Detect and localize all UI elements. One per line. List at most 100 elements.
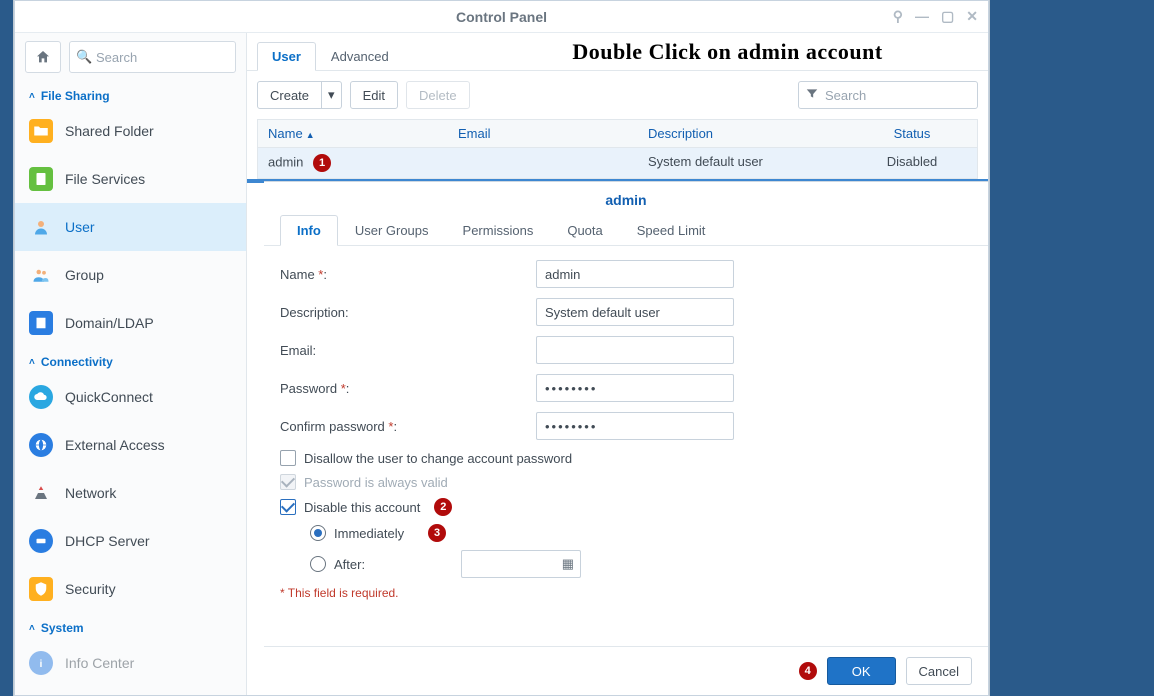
- toolbar-search: [798, 81, 978, 109]
- option-disable-account[interactable]: Disable this account 2: [280, 498, 972, 516]
- chevron-up-icon: ˄: [29, 91, 35, 102]
- chevron-up-icon: ˄: [29, 623, 35, 634]
- network-icon: [29, 481, 53, 505]
- table-header: Name▲ Email Description Status: [258, 120, 977, 148]
- modal-tabs: Info User Groups Permissions Quota Speed…: [264, 214, 988, 246]
- option-always-valid: Password is always valid: [280, 474, 972, 490]
- input-description[interactable]: [536, 298, 734, 326]
- create-dropdown-button[interactable]: ▾: [322, 81, 342, 109]
- create-button[interactable]: Create: [257, 81, 322, 109]
- mtab-quota[interactable]: Quota: [550, 215, 619, 245]
- annotation-badge-3: 3: [428, 524, 446, 542]
- tab-user[interactable]: User: [257, 42, 316, 71]
- sidebar-item-info-center[interactable]: i Info Center: [15, 639, 246, 687]
- sidebar-item-file-services[interactable]: File Services: [15, 155, 246, 203]
- user-table: Name▲ Email Description Status admin 1 S…: [257, 119, 978, 180]
- info-form: Name *: Description: Email: Password *: …: [264, 246, 988, 646]
- sidebar-item-user[interactable]: User: [15, 203, 246, 251]
- column-email[interactable]: Email: [448, 120, 638, 147]
- toolbar: Create ▾ Edit Delete: [247, 71, 988, 119]
- main-tabs: User Advanced Double Click on admin acco…: [247, 33, 988, 71]
- sort-asc-icon: ▲: [306, 130, 315, 140]
- shield-icon: [29, 577, 53, 601]
- mtab-speed-limit[interactable]: Speed Limit: [620, 215, 723, 245]
- input-name[interactable]: [536, 260, 734, 288]
- sidebar-search: 🔍: [69, 41, 236, 73]
- input-email[interactable]: [536, 336, 734, 364]
- cancel-button[interactable]: Cancel: [906, 657, 972, 685]
- sidebar-item-group[interactable]: Group: [15, 251, 246, 299]
- sidebar-item-network[interactable]: Network: [15, 469, 246, 517]
- label-password: Password *:: [280, 381, 536, 396]
- pin-icon[interactable]: ⚲: [893, 8, 903, 25]
- folder-icon: [29, 119, 53, 143]
- svg-text:i: i: [40, 658, 43, 670]
- chevron-down-icon: ▾: [328, 87, 335, 103]
- option-after[interactable]: After: ▦: [280, 550, 972, 578]
- cell-name: admin: [268, 154, 303, 169]
- chevron-up-icon: ˄: [29, 357, 35, 368]
- checkbox-checked-icon: [280, 474, 296, 490]
- user-edit-panel: admin Info User Groups Permissions Quota…: [264, 181, 988, 695]
- section-file-sharing[interactable]: ˄ File Sharing: [15, 81, 246, 107]
- ok-button[interactable]: OK: [827, 657, 896, 685]
- sidebar-item-security[interactable]: Security: [15, 565, 246, 613]
- domain-icon: [29, 311, 53, 335]
- label-description: Description:: [280, 305, 536, 320]
- section-system[interactable]: ˄ System: [15, 613, 246, 639]
- mtab-user-groups[interactable]: User Groups: [338, 215, 446, 245]
- table-row[interactable]: admin 1 System default user Disabled: [258, 148, 977, 179]
- search-icon: 🔍: [76, 49, 92, 65]
- checkbox-icon: [280, 450, 296, 466]
- sidebar-search-input[interactable]: [69, 41, 236, 73]
- annotation-badge-1: 1: [313, 154, 331, 172]
- checkbox-checked-icon: [280, 499, 296, 515]
- input-after-date[interactable]: ▦: [461, 550, 581, 578]
- column-description[interactable]: Description: [638, 120, 847, 147]
- sidebar-item-quickconnect[interactable]: QuickConnect: [15, 373, 246, 421]
- window-controls: ⚲ — ▢ ✕: [893, 8, 978, 25]
- sidebar-item-domain-ldap[interactable]: Domain/LDAP: [15, 299, 246, 347]
- user-icon: [29, 215, 53, 239]
- input-password[interactable]: [536, 374, 734, 402]
- title-bar: Control Panel ⚲ — ▢ ✕: [15, 1, 988, 33]
- input-confirm-password[interactable]: [536, 412, 734, 440]
- tab-advanced[interactable]: Advanced: [316, 42, 404, 70]
- label-name: Name *:: [280, 267, 536, 282]
- sidebar-item-shared-folder[interactable]: Shared Folder: [15, 107, 246, 155]
- radio-checked-icon: [310, 525, 326, 541]
- mtab-info[interactable]: Info: [280, 215, 338, 246]
- cell-description: System default user: [638, 148, 847, 178]
- minimize-icon[interactable]: —: [915, 8, 929, 25]
- radio-icon: [310, 556, 326, 572]
- annotation-badge-2: 2: [434, 498, 452, 516]
- file-services-icon: [29, 167, 53, 191]
- close-icon[interactable]: ✕: [966, 8, 978, 25]
- home-button[interactable]: [25, 41, 61, 73]
- instruction-annotation: Double Click on admin account: [477, 39, 978, 65]
- label-email: Email:: [280, 343, 536, 358]
- cloud-icon: [29, 385, 53, 409]
- column-status[interactable]: Status: [847, 120, 977, 147]
- sidebar-item-external-access[interactable]: External Access: [15, 421, 246, 469]
- filter-icon: [805, 87, 819, 104]
- cell-email: [448, 148, 638, 178]
- toolbar-search-input[interactable]: [798, 81, 978, 109]
- required-note: * This field is required.: [280, 586, 972, 600]
- sidebar-item-dhcp-server[interactable]: DHCP Server: [15, 517, 246, 565]
- column-name[interactable]: Name▲: [258, 120, 448, 147]
- section-connectivity[interactable]: ˄ Connectivity: [15, 347, 246, 373]
- group-icon: [29, 263, 53, 287]
- edit-button[interactable]: Edit: [350, 81, 398, 109]
- maximize-icon[interactable]: ▢: [941, 8, 954, 25]
- label-confirm-password: Confirm password *:: [280, 419, 536, 434]
- home-icon: [35, 49, 51, 65]
- mtab-permissions[interactable]: Permissions: [446, 215, 551, 245]
- info-icon: i: [29, 651, 53, 675]
- option-disallow-change[interactable]: Disallow the user to change account pass…: [280, 450, 972, 466]
- dhcp-icon: [29, 529, 53, 553]
- calendar-icon: ▦: [562, 556, 574, 572]
- option-immediately[interactable]: Immediately 3: [280, 524, 972, 542]
- annotation-badge-4: 4: [799, 662, 817, 680]
- modal-footer: 4 OK Cancel: [264, 646, 988, 695]
